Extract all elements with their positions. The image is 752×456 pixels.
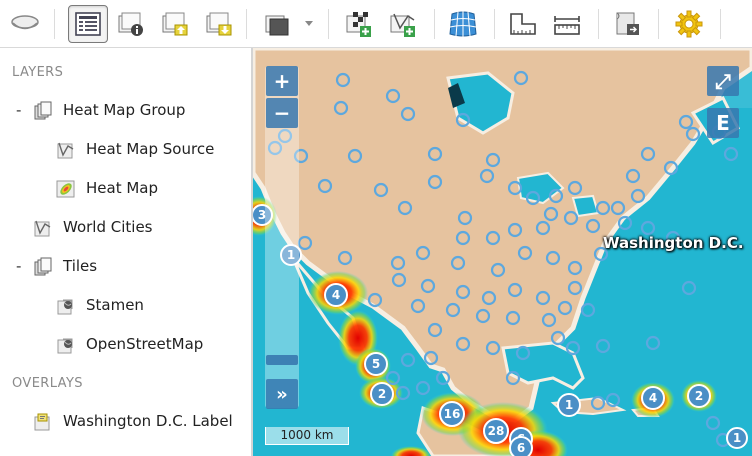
- cluster-count: 28: [488, 424, 505, 438]
- layer-list-icon: [75, 12, 101, 36]
- zoom-slider-thumb[interactable]: [266, 355, 298, 365]
- cluster-marker: 4: [324, 283, 348, 307]
- collapse-toggle[interactable]: -: [16, 101, 21, 119]
- add-raster-layer-button[interactable]: [340, 6, 378, 42]
- tree-item-label: Heat Map: [86, 179, 159, 197]
- tree-item-washington-label[interactable]: Washington D.C. Label: [0, 410, 250, 434]
- tree-item-heat-map-group[interactable]: - Heat Map Group: [0, 99, 250, 123]
- basemap-dropdown-button[interactable]: [260, 6, 318, 42]
- cluster-count: 4: [332, 288, 340, 302]
- add-vector-icon: [390, 13, 415, 37]
- cluster-marker: 4: [641, 386, 665, 410]
- heatmap-icon: [56, 180, 75, 198]
- measure-area-button[interactable]: [504, 6, 542, 42]
- cluster-count: 2: [695, 389, 703, 403]
- tree-item-heat-map[interactable]: Heat Map: [0, 177, 250, 201]
- tree-item-label: Tiles: [63, 257, 98, 275]
- layer-move-down-button[interactable]: [200, 6, 238, 42]
- tree-item-label: OpenStreetMap: [86, 335, 204, 353]
- cluster-marker: 2: [370, 382, 394, 406]
- cluster-marker: 28: [483, 418, 509, 444]
- cluster-marker: 16: [439, 401, 465, 427]
- tree-item-label: Heat Map Source: [86, 140, 215, 158]
- washington-dc-label: Washington D.C.: [603, 234, 744, 252]
- layer-stack-icon: [265, 15, 313, 36]
- layers-section-title: LAYERS: [12, 65, 64, 80]
- layer-group-icon: [34, 101, 52, 120]
- cluster-count: 6: [517, 441, 525, 455]
- measure-distance-button[interactable]: [548, 6, 586, 42]
- cluster-marker: 2: [687, 384, 711, 408]
- cluster-count: 1: [733, 431, 741, 445]
- globe-grid-icon: [449, 11, 477, 37]
- layer-group-icon: [34, 257, 52, 276]
- cluster-count: 5: [372, 357, 380, 371]
- basemap-tiles: 3 1 4 5 2 16 28 6 6 1 4 2 1: [253, 48, 752, 456]
- projection-button[interactable]: [444, 6, 482, 42]
- scale-line: 1000 km: [265, 427, 349, 445]
- tree-item-label: Washington D.C. Label: [63, 412, 233, 430]
- expand-panel-button[interactable]: »: [266, 379, 298, 409]
- cluster-marker: 5: [364, 352, 388, 376]
- tree-item-stamen[interactable]: Stamen: [0, 294, 250, 318]
- layer-info-button[interactable]: [112, 6, 150, 42]
- measure-area-icon: [510, 13, 536, 35]
- ruler-icon: [554, 16, 580, 35]
- cluster-marker: 1: [557, 393, 581, 417]
- tile-layer-icon: [57, 338, 73, 354]
- collapse-toggle[interactable]: -: [16, 257, 21, 275]
- map-view[interactable]: 3 1 4 5 2 16 28 6 6 1 4 2 1 + − » ⤢ E Wa…: [253, 48, 752, 456]
- cluster-count: 4: [649, 391, 657, 405]
- layer-move-up-button[interactable]: [156, 6, 194, 42]
- cluster-count: 1: [565, 398, 573, 412]
- fullscreen-button[interactable]: ⤢: [707, 66, 739, 96]
- tree-item-label: Heat Map Group: [63, 101, 186, 119]
- tree-item-openstreetmap[interactable]: OpenStreetMap: [0, 333, 250, 357]
- tree-item-world-cities[interactable]: World Cities: [0, 216, 250, 240]
- tree-item-heat-map-source[interactable]: Heat Map Source: [0, 138, 250, 162]
- zoom-out-button[interactable]: −: [266, 98, 298, 128]
- add-raster-icon: [346, 12, 371, 37]
- settings-button[interactable]: [670, 6, 708, 42]
- export-icon: [616, 12, 639, 35]
- zoom-to-extent-button[interactable]: E: [707, 108, 739, 138]
- cluster-count: 16: [444, 407, 461, 421]
- move-up-icon: [162, 12, 188, 36]
- gear-icon: [675, 10, 703, 38]
- export-button[interactable]: [608, 6, 646, 42]
- tree-item-label: Stamen: [86, 296, 144, 314]
- cluster-count: 2: [378, 387, 386, 401]
- layer-info-icon: [118, 12, 143, 36]
- move-down-icon: [206, 12, 232, 36]
- overlays-section-title: OVERLAYS: [12, 376, 83, 391]
- cluster-marker: 1: [726, 427, 748, 449]
- tile-layer-icon: [57, 299, 73, 315]
- layer-tree-panel: LAYERS - Heat Map Group Heat Map Source …: [0, 48, 253, 456]
- vector-source-icon: [34, 220, 51, 237]
- tree-item-label: World Cities: [63, 218, 153, 236]
- tree-item-tiles[interactable]: - Tiles: [0, 255, 250, 279]
- vector-source-icon: [57, 142, 74, 159]
- add-vector-layer-button[interactable]: [384, 6, 422, 42]
- map-frame-button[interactable]: [6, 6, 44, 42]
- zoom-in-button[interactable]: +: [266, 66, 298, 96]
- toolbar: [0, 0, 752, 48]
- layer-list-button[interactable]: [68, 5, 108, 43]
- map-frame-icon: [11, 15, 39, 30]
- overlay-label-icon: [34, 413, 50, 431]
- cluster-marker: 6: [509, 436, 533, 456]
